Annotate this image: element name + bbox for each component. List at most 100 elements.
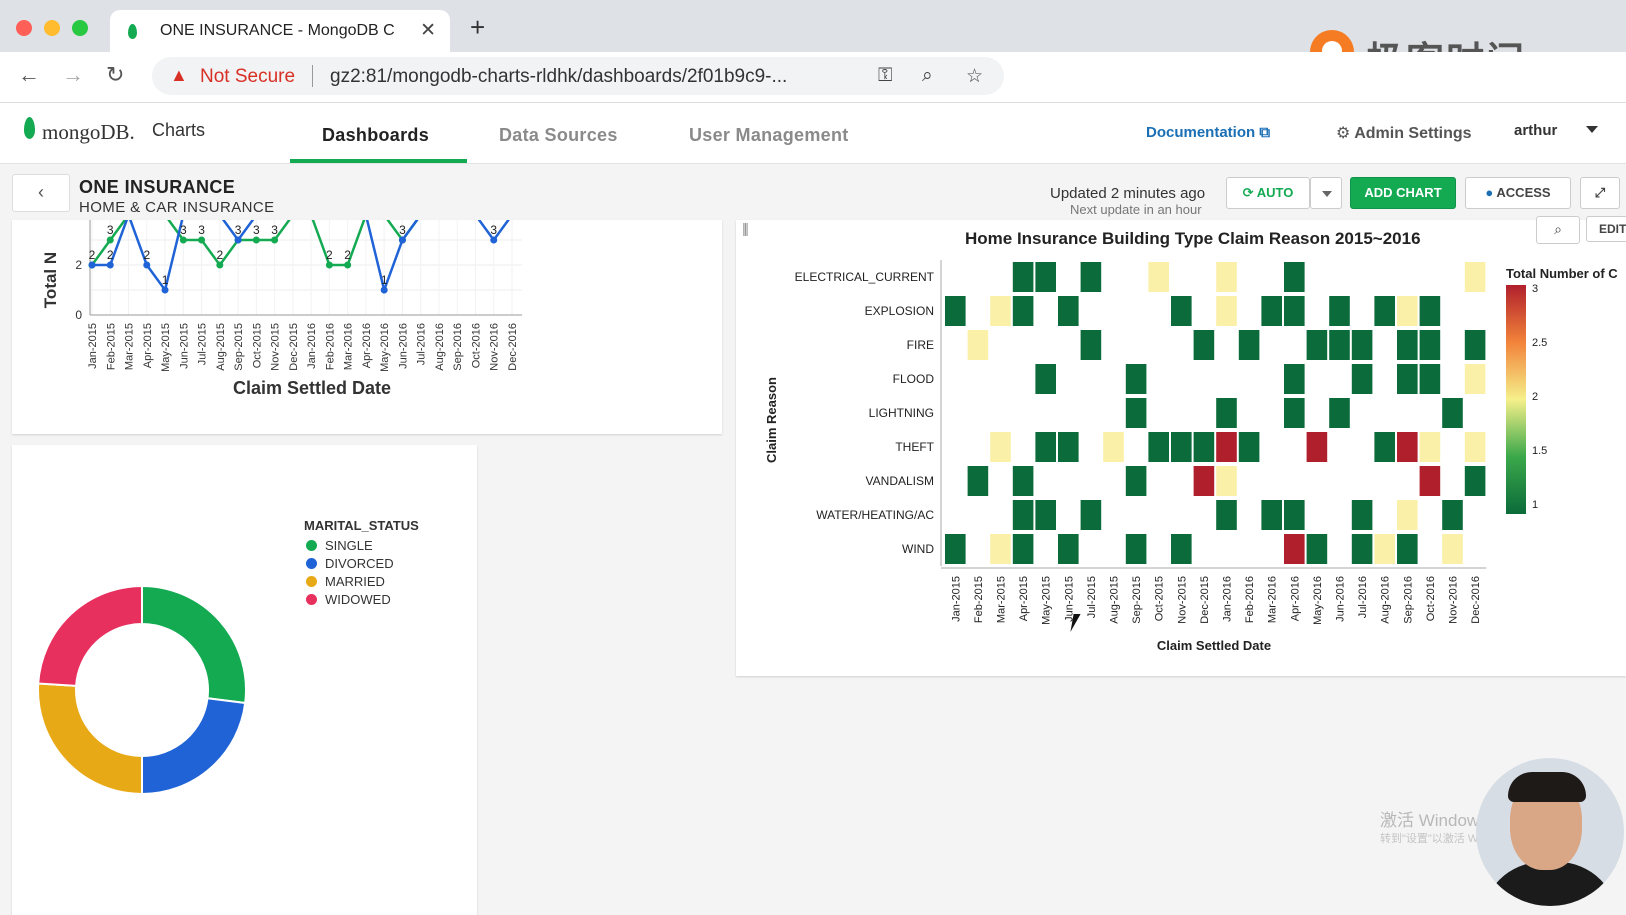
legend-item-divorced[interactable]: DIVORCED: [306, 556, 394, 571]
activate-windows-text: 激活 Windows: [1380, 811, 1488, 830]
address-separator: [312, 65, 313, 87]
window-minimize-icon[interactable]: [44, 20, 60, 36]
heatmap-cell: [1464, 466, 1486, 496]
legend-item-widowed[interactable]: WIDOWED: [306, 592, 391, 607]
heatmap-cell: [1329, 398, 1350, 428]
line-point: [216, 261, 224, 269]
heatmap-x-tick-label: Oct-2015: [1154, 576, 1166, 621]
heatmap-x-tick-label: Aug-2016: [1380, 576, 1392, 624]
mongodb-logo-icon: [24, 117, 35, 139]
heatmap-cell: [1080, 500, 1102, 530]
access-label: ACCESS: [1496, 185, 1551, 200]
documentation-label: Documentation: [1146, 124, 1256, 141]
tab-user-management[interactable]: User Management: [689, 125, 849, 146]
bookmark-star-icon[interactable]: ☆: [966, 65, 983, 88]
x-tick-label: Nov-2016: [489, 323, 501, 371]
add-chart-button[interactable]: ADD CHART: [1350, 177, 1456, 209]
heatmap-row-label: EXPLOSION: [865, 304, 934, 318]
window-maximize-icon[interactable]: [72, 20, 88, 36]
heatmap-x-tick-label: Feb-2016: [1244, 576, 1256, 623]
drag-handle-icon[interactable]: |||: [742, 220, 749, 236]
heatmap-x-tick-label: Mar-2015: [996, 576, 1008, 623]
heatmap-cell: [1125, 466, 1147, 496]
dashboard-subtitle: HOME & CAR INSURANCE: [79, 199, 275, 216]
data-label: 3: [271, 223, 278, 237]
admin-settings-link[interactable]: ⚙ Admin Settings: [1336, 123, 1472, 143]
heatmap-cell: [967, 466, 989, 496]
key-icon[interactable]: ⚿: [878, 65, 892, 87]
line-point: [234, 236, 242, 244]
dashboard-header: ‹ ONE INSURANCE HOME & CAR INSURANCE Upd…: [0, 164, 1626, 220]
heatmap-cell: [1464, 262, 1486, 292]
x-tick-label: Feb-2016: [324, 323, 336, 370]
heatmap-cell: [990, 534, 1011, 564]
dashboard-title: ONE INSURANCE: [79, 177, 236, 197]
heatmap-x-tick-label: Jan-2015: [950, 576, 962, 622]
heatmap-cell: [1442, 500, 1463, 530]
zoom-icon[interactable]: ⌕: [922, 65, 933, 87]
address-bar[interactable]: ▲ Not Secure gz2:81/mongodb-charts-rldhk…: [152, 57, 1004, 95]
mongodb-leaf-icon: [128, 24, 137, 39]
access-button[interactable]: ● ACCESS: [1465, 177, 1571, 209]
security-label[interactable]: Not Secure: [200, 66, 295, 88]
x-tick-label: Oct-2015: [251, 323, 263, 368]
admin-settings-label: Admin Settings: [1354, 125, 1472, 142]
browser-tab[interactable]: ONE INSURANCE - MongoDB C ✕: [110, 10, 450, 52]
back-arrow-icon[interactable]: ←: [18, 62, 40, 88]
donut-chart-card: [12, 445, 477, 915]
heatmap-x-tick-label: Aug-2015: [1109, 576, 1121, 624]
logo-charts[interactable]: Charts: [152, 120, 205, 141]
heatmap-x-tick-label: May-2016: [1312, 576, 1324, 625]
data-label: 3: [180, 223, 187, 237]
data-label: 2: [89, 248, 96, 262]
heatmap-cell: [1419, 330, 1441, 360]
line-series-1: [90, 220, 419, 268]
x-tick-label: Sep-2016: [452, 323, 464, 371]
heatmap-x-tick-label: Apr-2016: [1289, 576, 1301, 621]
heatmap-cell: [1171, 296, 1192, 326]
line-point: [380, 286, 388, 294]
heatmap-cell: [1351, 364, 1373, 394]
heatmap-cell: [1397, 534, 1418, 564]
x-tick-label: Mar-2016: [343, 323, 355, 370]
heatmap-cell: [1216, 466, 1237, 496]
webcam-overlay: [1476, 758, 1624, 906]
back-button[interactable]: ‹: [12, 174, 70, 212]
heatmap-x-tick-label: May-2015: [1041, 576, 1053, 625]
x-tick-label: Aug-2015: [215, 323, 227, 371]
zoom-button[interactable]: ⌕: [1536, 216, 1580, 244]
legend-label: MARRIED: [325, 574, 385, 589]
line-point: [344, 261, 352, 269]
heatmap-cell: [1284, 296, 1305, 326]
tab-data-sources[interactable]: Data Sources: [499, 125, 618, 146]
legend-item-married[interactable]: MARRIED: [306, 574, 385, 589]
user-menu-caret-icon[interactable]: [1586, 126, 1598, 133]
url-text[interactable]: gz2:81/mongodb-charts-rldhk/dashboards/2…: [330, 66, 787, 88]
window-close-icon[interactable]: [16, 20, 32, 36]
tab-dashboards[interactable]: Dashboards: [322, 125, 429, 146]
fullscreen-button[interactable]: ⤢: [1580, 177, 1620, 209]
heatmap-cell: [1397, 330, 1418, 360]
heatmap-cell: [1397, 364, 1418, 394]
heatmap-cell: [967, 330, 989, 360]
legend-item-single[interactable]: SINGLE: [306, 538, 373, 553]
heatmap-cell: [1193, 466, 1215, 496]
heatmap-cell: [1284, 534, 1305, 564]
user-menu[interactable]: arthur: [1514, 122, 1557, 139]
new-tab-icon[interactable]: +: [470, 14, 485, 40]
logo-mongodb[interactable]: mongoDB.: [42, 120, 135, 145]
documentation-link[interactable]: Documentation ⧉: [1146, 124, 1270, 141]
edit-button[interactable]: EDIT: [1586, 216, 1626, 242]
forward-arrow-icon[interactable]: →: [62, 62, 84, 88]
heatmap-cell: [1464, 330, 1486, 360]
heatmap-cell: [1306, 330, 1328, 360]
auto-refresh-button[interactable]: ⟳ AUTO: [1226, 177, 1310, 209]
chevron-left-icon: ‹: [38, 182, 44, 202]
active-tab-indicator: [290, 159, 467, 163]
refresh-options-dropdown[interactable]: [1310, 177, 1342, 209]
legend-label: SINGLE: [325, 538, 373, 553]
reload-icon[interactable]: ↻: [106, 62, 124, 88]
x-tick-label: Apr-2015: [142, 323, 154, 368]
tab-close-icon[interactable]: ✕: [420, 19, 436, 42]
x-tick-label: Jan-2016: [306, 323, 318, 369]
